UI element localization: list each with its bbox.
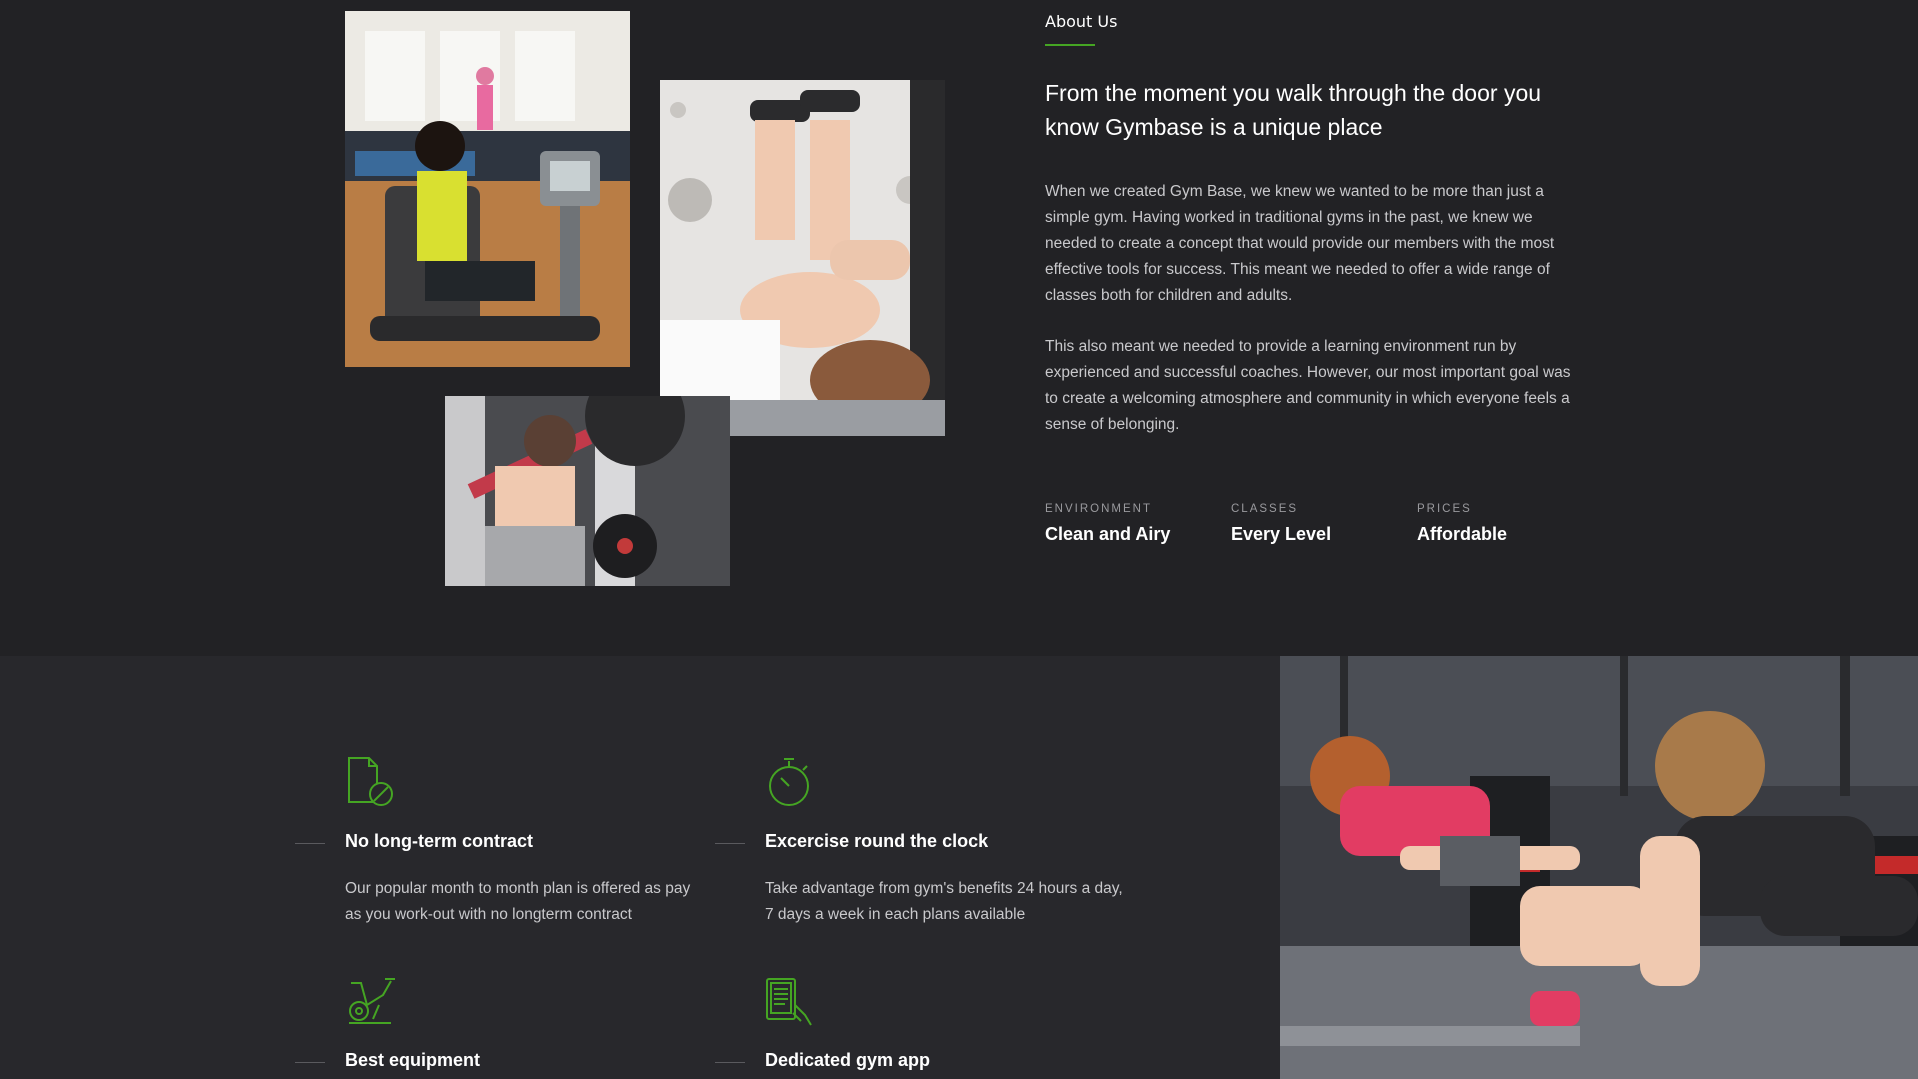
feature-title: No long-term contract [345,831,534,851]
stat-label: CLASSES [1231,503,1299,515]
stat-prices: PRICES Affordable [1417,503,1597,545]
about-paragraph: This also meant we needed to provide a l… [1045,338,1571,433]
feature-description: Our popular month to month plan is offer… [345,880,691,923]
group-workout-photo [1280,656,1918,1079]
eyebrow-underline [1045,44,1095,46]
stat-value: Clean and Airy [1045,524,1171,544]
dumbbell-press-photo [660,80,945,436]
stat-label: ENVIRONMENT [1045,503,1152,515]
no-contract-icon [345,756,397,808]
feature-no-contract: No long-term contract Our popular month … [295,756,705,923]
gym-cardio-photo [345,11,630,367]
about-paragraph: When we created Gym Base, we knew we wan… [1045,183,1555,304]
feature-description: Take advantage from gym's benefits 24 ho… [765,880,1123,923]
feature-dash [715,1062,745,1063]
stat-label: PRICES [1417,503,1472,515]
barbell-squat-photo [445,396,730,586]
feature-title: Dedicated gym app [765,1050,931,1070]
feature-dash [295,843,325,844]
feature-title: Best equipment [345,1050,481,1070]
feature-best-equipment: Best equipment [295,975,705,1070]
feature-dash [715,843,745,844]
feature-dash [295,1062,325,1063]
gym-app-icon [765,975,817,1027]
feature-gym-app: Dedicated gym app [715,975,1125,1070]
stat-environment: ENVIRONMENT Clean and Airy [1045,503,1225,545]
stat-value: Every Level [1231,524,1332,544]
about-headline: From the moment you walk through the doo… [1045,80,1542,140]
stat-classes: CLASSES Every Level [1231,503,1411,545]
feature-title: Excercise round the clock [765,831,989,851]
feature-round-the-clock: Excercise round the clock Take advantage… [715,756,1125,923]
stat-value: Affordable [1417,524,1507,544]
about-eyebrow: About Us [1045,12,1118,31]
about-section [0,0,1918,656]
exercise-bike-icon [345,975,397,1027]
stopwatch-icon [765,756,817,808]
